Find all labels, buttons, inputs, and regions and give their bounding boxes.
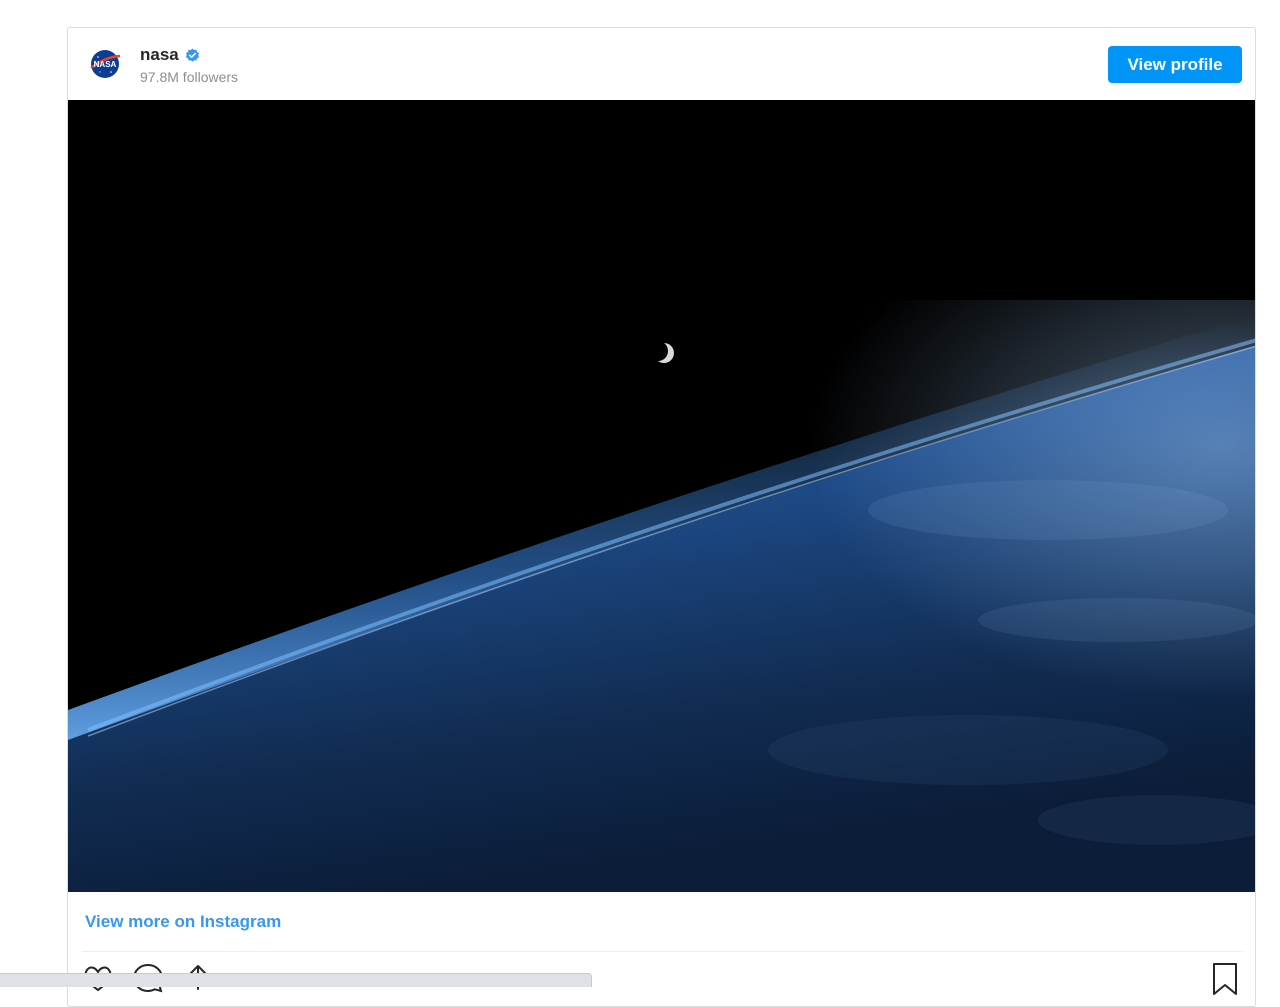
svg-text:NASA: NASA	[94, 60, 117, 69]
user-block: nasa 97.8M followers	[140, 45, 238, 85]
view-more-on-instagram-link[interactable]: View more on Instagram	[85, 912, 281, 932]
username[interactable]: nasa	[140, 45, 179, 65]
instagram-embed-card: NASA nasa 97.8M followers View profile V…	[67, 27, 1256, 1007]
avatar[interactable]: NASA	[88, 47, 122, 81]
follower-count: 97.8M followers	[140, 69, 239, 85]
username-row: nasa	[140, 45, 238, 65]
post-header: NASA nasa 97.8M followers View profile	[68, 28, 1255, 100]
browser-status-bar	[0, 973, 592, 987]
earth-horizon-photo	[68, 100, 1255, 892]
view-profile-button[interactable]: View profile	[1108, 46, 1242, 83]
bookmark-icon[interactable]	[1211, 962, 1239, 996]
post-image[interactable]	[68, 100, 1255, 892]
verified-badge-icon	[185, 47, 200, 63]
divider	[82, 951, 1243, 952]
nasa-logo-icon: NASA	[90, 50, 121, 78]
